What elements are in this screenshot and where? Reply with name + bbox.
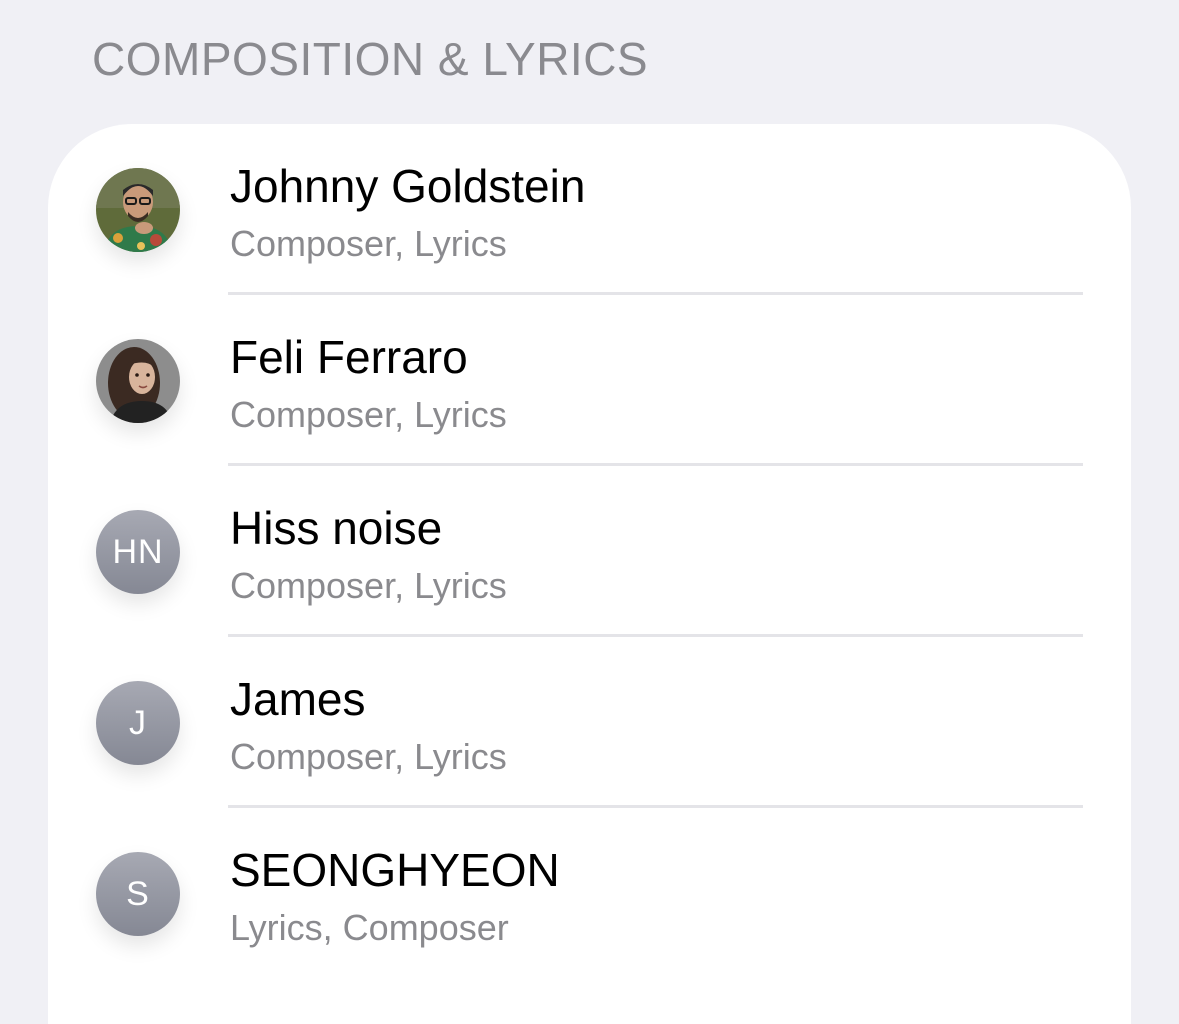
credit-roles: Composer, Lyrics (230, 565, 507, 606)
credit-roles: Composer, Lyrics (230, 394, 507, 435)
credits-list: Johnny Goldstein Composer, Lyrics Feli F… (48, 124, 1131, 1024)
credit-name: Johnny Goldstein (230, 160, 586, 212)
credit-name: Feli Ferraro (230, 331, 468, 383)
credit-name: SEONGHYEON (230, 844, 560, 896)
initials-avatar: S (96, 852, 180, 936)
credit-name: James (230, 673, 366, 725)
person-photo-icon (96, 339, 180, 423)
credit-row[interactable]: HN Hiss noise Composer, Lyrics (48, 466, 1131, 637)
person-photo-icon (96, 168, 180, 252)
credit-roles: Composer, Lyrics (230, 736, 507, 777)
avatar (96, 339, 180, 423)
initials-avatar: J (96, 681, 180, 765)
avatar (96, 168, 180, 252)
credit-name: Hiss noise (230, 502, 443, 554)
credit-roles: Composer, Lyrics (230, 223, 507, 264)
credit-row[interactable]: Feli Ferraro Composer, Lyrics (48, 295, 1131, 466)
credit-roles: Lyrics, Composer (230, 907, 509, 948)
credit-row[interactable]: J James Composer, Lyrics (48, 637, 1131, 808)
credit-row[interactable]: S SEONGHYEON Lyrics, Composer (48, 808, 1131, 979)
initials-avatar: HN (96, 510, 180, 594)
section-title: COMPOSITION & LYRICS (92, 33, 649, 85)
credit-row[interactable]: Johnny Goldstein Composer, Lyrics (48, 124, 1131, 295)
